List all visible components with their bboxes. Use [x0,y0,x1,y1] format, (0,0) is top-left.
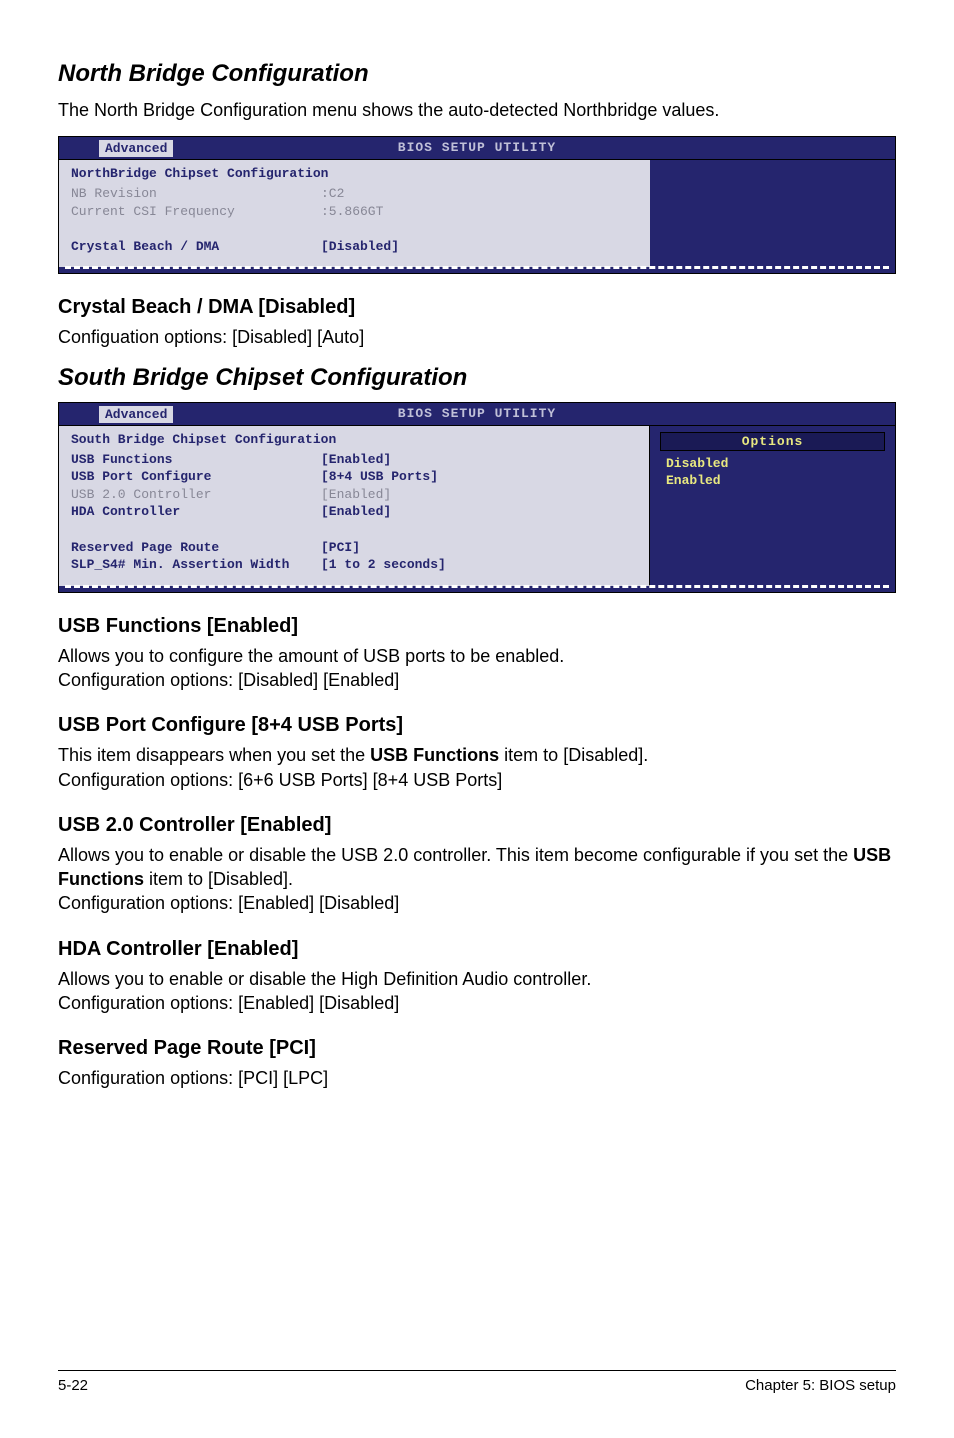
bios-tab-advanced[interactable]: Advanced [99,406,173,423]
bios-setting-value: [Disabled] [321,238,399,256]
option-body: Configuation options: [Disabled] [Auto] [58,325,896,349]
option-heading: USB 2.0 Controller [Enabled] [58,814,896,837]
bios-setting-value [321,521,329,539]
options-item[interactable]: Enabled [660,472,885,490]
bios-setting-row[interactable]: HDA Controller[Enabled] [71,503,637,521]
bios-setting-row[interactable]: USB Functions[Enabled] [71,451,637,469]
bios-setting-label: HDA Controller [71,503,321,521]
option-body: Allows you to configure the amount of US… [58,644,896,693]
option-heading: HDA Controller [Enabled] [58,938,896,961]
bios-section-heading: NorthBridge Chipset Configuration [71,166,638,181]
option-heading: USB Port Configure [8+4 USB Ports] [58,714,896,737]
bios-setting-label: Crystal Beach / DMA [71,238,321,256]
bios-setting-value: [Enabled] [321,486,391,504]
bios-setting-value: [Enabled] [321,503,391,521]
bios-setting-value: [8+4 USB Ports] [321,468,438,486]
bios-left-pane: NorthBridge Chipset Configuration NB Rev… [59,159,650,267]
option-body: Allows you to enable or disable the USB … [58,843,896,916]
section-intro: The North Bridge Configuration menu show… [58,98,896,122]
section-heading: South Bridge Chipset Configuration [58,364,896,392]
bios-right-pane: Options DisabledEnabled [650,425,895,586]
bios-setting-row [71,220,638,238]
bios-setting-label: Current CSI Frequency [71,203,321,221]
bios-panel-cutoff [59,585,895,591]
option-body: This item disappears when you set the US… [58,743,896,792]
bios-panel-southbridge: BIOS SETUP UTILITY Advanced South Bridge… [58,402,896,593]
bios-setting-row: USB 2.0 Controller[Enabled] [71,486,637,504]
bios-setting-row[interactable]: Crystal Beach / DMA[Disabled] [71,238,638,256]
page-footer: 5-22 Chapter 5: BIOS setup [58,1370,896,1394]
chapter-label: Chapter 5: BIOS setup [745,1377,896,1394]
bios-setting-row: Current CSI Frequency:5.866GT [71,203,638,221]
option-body: Allows you to enable or disable the High… [58,967,896,1016]
bios-setting-label [71,220,321,238]
bios-setting-label: USB 2.0 Controller [71,486,321,504]
bios-row-container: USB Functions[Enabled]USB Port Configure… [71,451,637,574]
bios-setting-value: [1 to 2 seconds] [321,556,446,574]
options-heading: Options [660,432,885,451]
bios-panel-northbridge: BIOS SETUP UTILITY Advanced NorthBridge … [58,136,896,274]
bios-setting-label: USB Functions [71,451,321,469]
option-body: Configuration options: [PCI] [LPC] [58,1066,896,1090]
bios-setting-value: :C2 [321,185,344,203]
bios-setting-value [321,220,329,238]
bios-setting-row: NB Revision:C2 [71,185,638,203]
bios-setting-label: USB Port Configure [71,468,321,486]
emphasis: USB Functions [58,845,891,889]
bios-section-heading: South Bridge Chipset Configuration [71,432,637,447]
option-heading: Crystal Beach / DMA [Disabled] [58,296,896,319]
bios-setting-label: SLP_S4# Min. Assertion Width [71,556,321,574]
bios-setting-row[interactable] [71,521,637,539]
bios-setting-row[interactable]: SLP_S4# Min. Assertion Width[1 to 2 seco… [71,556,637,574]
bios-setting-value: [PCI] [321,539,360,557]
bios-tab-advanced[interactable]: Advanced [99,140,173,157]
option-heading: USB Functions [Enabled] [58,615,896,638]
bios-left-pane: South Bridge Chipset Configuration USB F… [59,425,650,586]
bios-setting-row[interactable]: USB Port Configure[8+4 USB Ports] [71,468,637,486]
bios-setting-value: [Enabled] [321,451,391,469]
bios-row-container: NB Revision:C2Current CSI Frequency:5.86… [71,185,638,255]
bios-setting-label [71,521,321,539]
page-number: 5-22 [58,1377,88,1394]
options-item[interactable]: Disabled [660,455,885,473]
bios-setting-label: Reserved Page Route [71,539,321,557]
bios-panel-cutoff [59,266,895,272]
bios-setting-value: :5.866GT [321,203,383,221]
section-heading: North Bridge Configuration [58,60,896,88]
bios-setting-row[interactable]: Reserved Page Route[PCI] [71,539,637,557]
bios-right-pane [650,159,895,267]
bios-setting-label: NB Revision [71,185,321,203]
emphasis: USB Functions [370,745,499,765]
option-heading: Reserved Page Route [PCI] [58,1037,896,1060]
